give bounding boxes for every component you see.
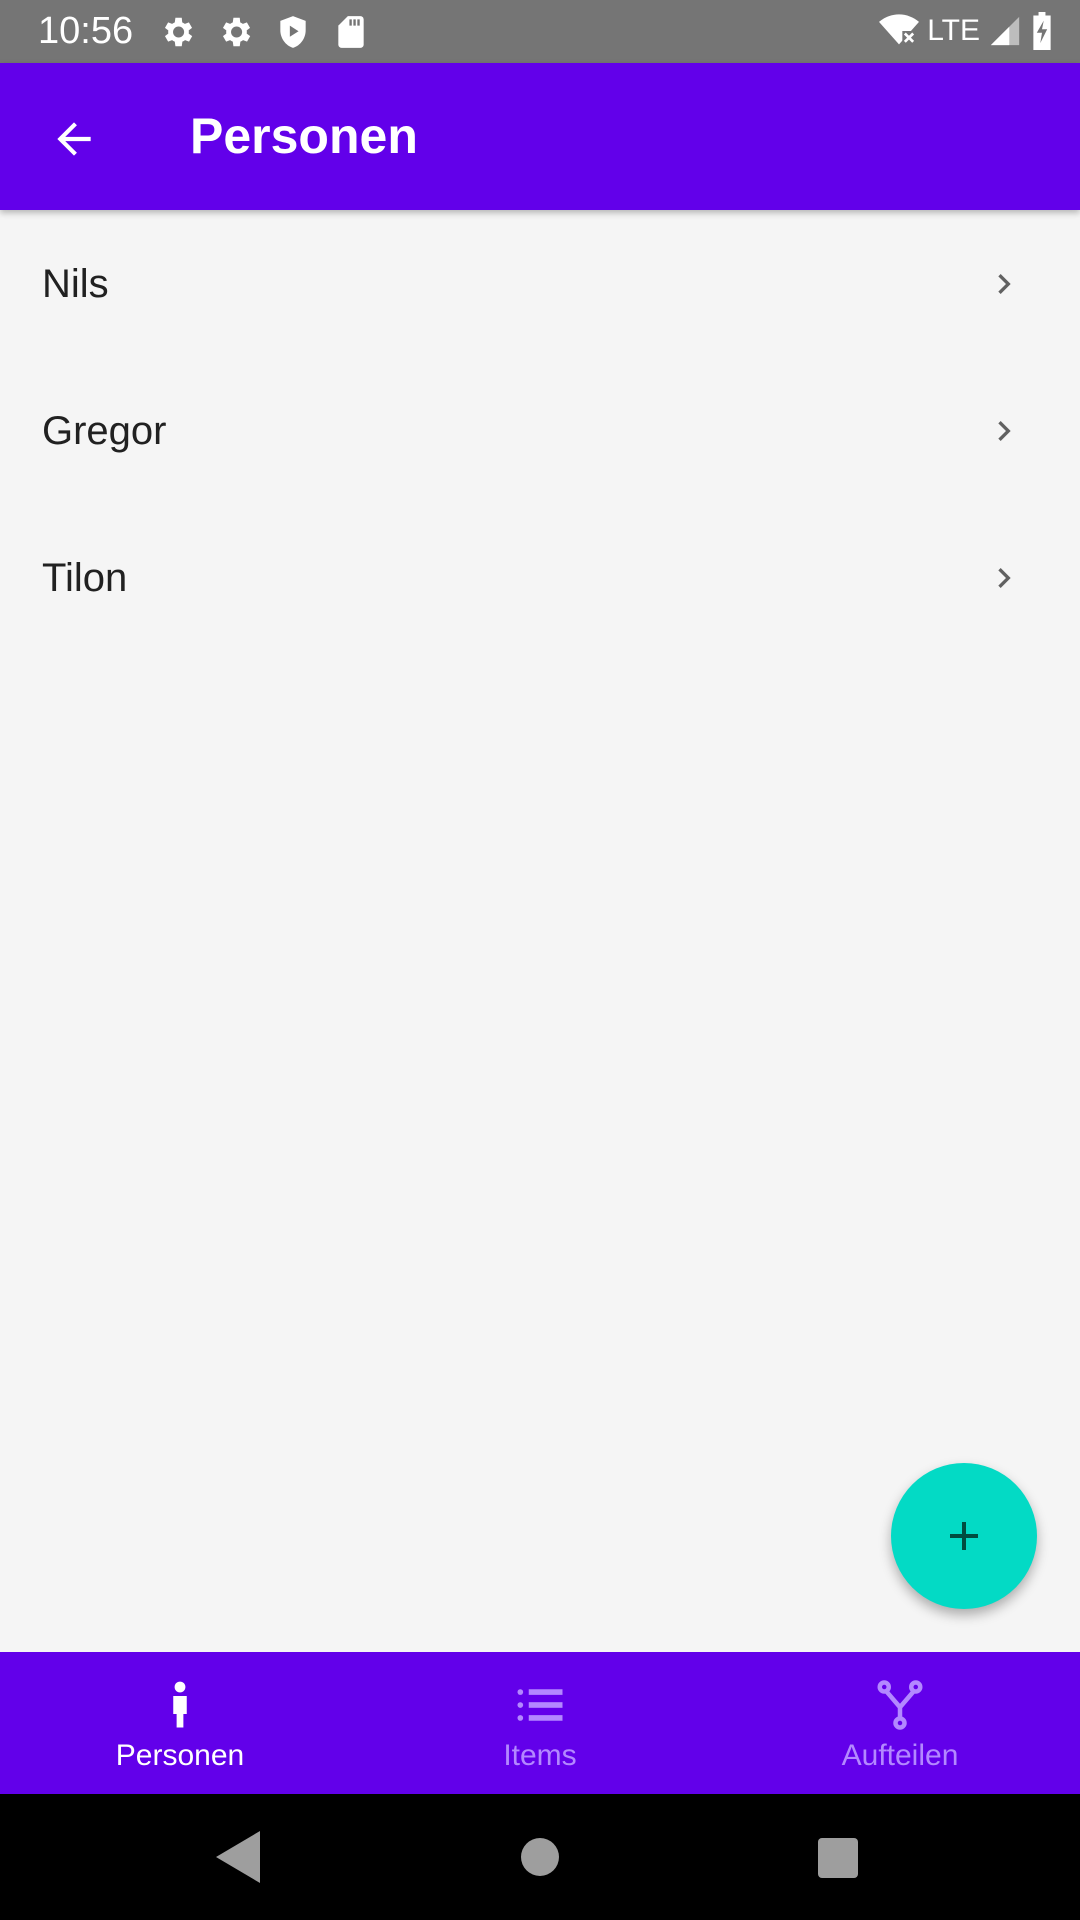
gear-icon: [164, 17, 193, 47]
nav-item-aufteilen[interactable]: Aufteilen: [720, 1652, 1080, 1794]
chevron-right-icon: [998, 568, 1011, 588]
chevron-right-icon: [998, 274, 1011, 294]
status-time: 10:56: [38, 10, 134, 52]
app-bar: Personen: [0, 63, 1080, 210]
split-icon: [877, 1680, 923, 1730]
arrow-back-icon: [57, 122, 91, 156]
notification-icons: [158, 12, 370, 52]
nav-item-personen[interactable]: Personen: [0, 1652, 360, 1794]
person-name: Gregor: [42, 409, 167, 453]
nav-label: Aufteilen: [841, 1739, 959, 1772]
system-status-icons: LTE: [879, 10, 1054, 52]
back-triangle-icon[interactable]: [216, 1831, 260, 1883]
chevron-right-icon: [998, 421, 1011, 441]
bottom-navigation: Personen Items Aufteilen: [0, 1652, 1080, 1794]
back-button[interactable]: [34, 99, 114, 179]
list-icon: [517, 1689, 563, 1721]
system-navigation-bar: [0, 1794, 1080, 1920]
status-bar: 10:56 LTE: [0, 0, 1080, 63]
nav-label: Items: [503, 1739, 577, 1772]
home-circle-icon[interactable]: [521, 1838, 559, 1876]
plus-icon: [950, 1522, 978, 1550]
person-list: Nils Gregor Tilon: [0, 210, 1080, 651]
list-item[interactable]: Nils: [0, 210, 1080, 357]
person-icon: [173, 1681, 187, 1728]
sd-card-icon: [338, 16, 364, 48]
person-name: Nils: [42, 262, 109, 306]
page-title: Personen: [190, 108, 418, 164]
network-type: LTE: [927, 14, 980, 47]
signal-icon: [990, 16, 1020, 46]
list-item[interactable]: Gregor: [0, 357, 1080, 504]
shield-play-icon: [280, 16, 306, 48]
person-name: Tilon: [42, 556, 128, 600]
add-person-button[interactable]: [891, 1463, 1037, 1609]
nav-label: Personen: [115, 1739, 245, 1772]
battery-charging-icon: [1033, 12, 1051, 50]
list-item[interactable]: Tilon: [0, 504, 1080, 651]
gear-icon: [222, 17, 251, 47]
wifi-off-icon: [879, 14, 920, 45]
nav-item-items[interactable]: Items: [360, 1652, 720, 1794]
recents-square-icon[interactable]: [818, 1838, 858, 1878]
